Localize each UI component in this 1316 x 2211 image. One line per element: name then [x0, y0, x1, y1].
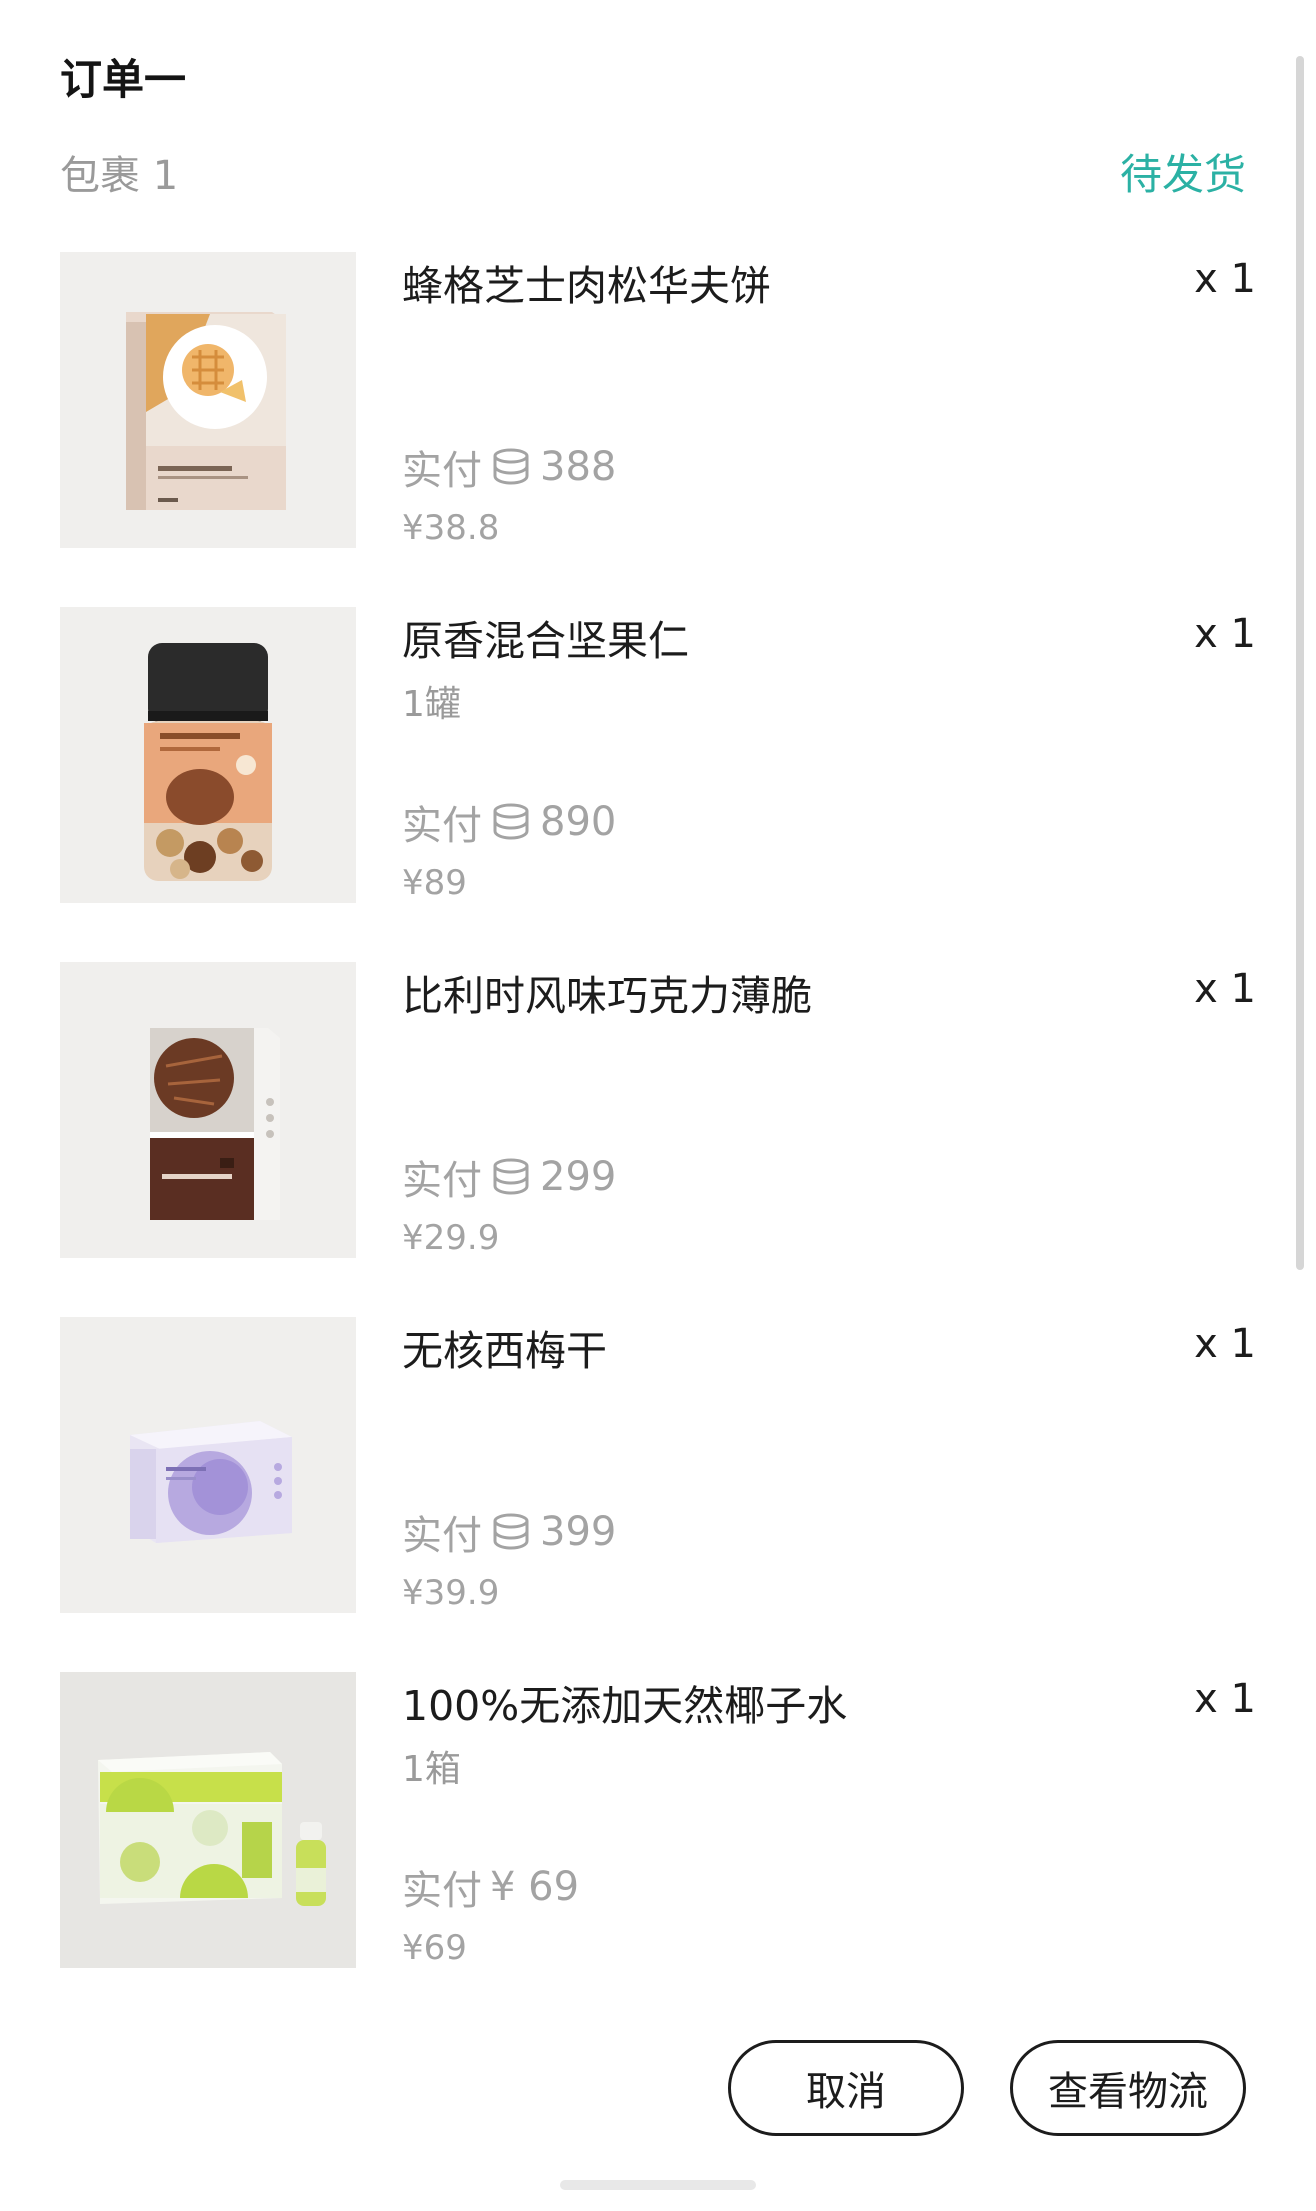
product-name[interactable]: 100%无添加天然椰子水: [402, 1672, 847, 1732]
chocolate-box-illustration: [60, 962, 356, 1258]
paid-value: 299: [540, 1154, 617, 1200]
paid-label: 实付: [402, 803, 482, 849]
waffle-box-illustration: [60, 252, 356, 548]
paid-label: 实付: [402, 1868, 482, 1914]
home-indicator[interactable]: [560, 2180, 756, 2190]
quantity: x 1: [1194, 1676, 1256, 1722]
order-item[interactable]: 原香混合坚果仁 x 1 1罐 实付 890 ¥89: [60, 607, 1256, 903]
coconut-water-illustration: [60, 1672, 356, 1968]
nut-jar-illustration: [60, 607, 356, 903]
paid-label: 实付: [402, 1513, 482, 1559]
order-item[interactable]: 蜂格芝士肉松华夫饼 x 1 实付 388 ¥38.8: [60, 252, 1256, 548]
product-name[interactable]: 蜂格芝士肉松华夫饼: [402, 252, 771, 312]
scrollbar-thumb[interactable]: [1296, 56, 1304, 1270]
paid-amount: 实付 890: [402, 793, 616, 851]
paid-amount: 实付 399: [402, 1503, 616, 1561]
item-price: ¥89: [402, 863, 467, 903]
product-name[interactable]: 原香混合坚果仁: [402, 607, 689, 667]
package-status: 待发货: [1119, 150, 1246, 199]
paid-label: 实付: [402, 1158, 482, 1204]
product-image[interactable]: [60, 962, 356, 1258]
quantity: x 1: [1194, 966, 1256, 1012]
product-image[interactable]: [60, 252, 356, 548]
product-name[interactable]: 无核西梅干: [402, 1317, 607, 1377]
coin-stack-icon: [490, 802, 532, 842]
package-label: 包裹 1: [60, 153, 179, 199]
order-item[interactable]: 无核西梅干 x 1 实付 399 ¥39.9: [60, 1317, 1256, 1613]
product-name[interactable]: 比利时风味巧克力薄脆: [402, 962, 812, 1022]
item-price: ¥39.9: [402, 1573, 500, 1613]
item-price: ¥38.8: [402, 508, 500, 548]
order-item[interactable]: 100%无添加天然椰子水 x 1 1箱 实付 ¥ 69 ¥69: [60, 1672, 1256, 1968]
paid-label: 实付: [402, 448, 482, 494]
paid-amount: 实付 ¥ 69: [402, 1858, 579, 1916]
item-price: ¥69: [402, 1928, 467, 1968]
paid-value: 388: [540, 444, 617, 490]
coin-stack-icon: [490, 1157, 532, 1197]
view-logistics-button[interactable]: 查看物流: [1010, 2040, 1246, 2136]
product-image[interactable]: [60, 1317, 356, 1613]
paid-amount: 实付 299: [402, 1148, 616, 1206]
order-item[interactable]: 比利时风味巧克力薄脆 x 1 实付 299 ¥29.9: [60, 962, 1256, 1258]
paid-amount: 实付 388: [402, 438, 616, 496]
scrollbar[interactable]: [1296, 56, 1304, 1270]
coin-stack-icon: [490, 447, 532, 487]
coin-stack-icon: [490, 1512, 532, 1552]
prune-box-illustration: [60, 1317, 356, 1613]
order-title: 订单一: [60, 55, 187, 104]
paid-value: 399: [540, 1509, 617, 1555]
product-spec: 1箱: [402, 1749, 461, 1790]
product-image[interactable]: [60, 607, 356, 903]
quantity: x 1: [1194, 611, 1256, 657]
quantity: x 1: [1194, 1321, 1256, 1367]
cancel-button[interactable]: 取消: [728, 2040, 964, 2136]
quantity: x 1: [1194, 256, 1256, 302]
paid-value: ¥ 69: [490, 1864, 580, 1910]
product-image[interactable]: [60, 1672, 356, 1968]
item-price: ¥29.9: [402, 1218, 500, 1258]
paid-value: 890: [540, 799, 617, 845]
product-spec: 1罐: [402, 684, 461, 725]
